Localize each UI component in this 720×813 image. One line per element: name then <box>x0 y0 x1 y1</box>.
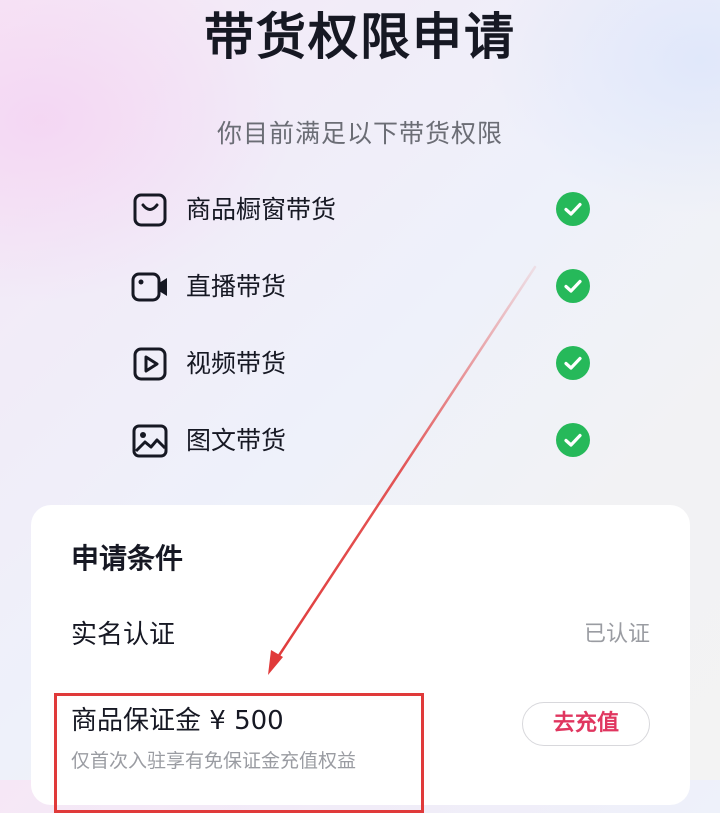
permission-label: 商品橱窗带货 <box>186 195 337 224</box>
recharge-button[interactable]: 去充值 <box>522 702 650 746</box>
deposit-label: 商品保证金 ¥ 500 <box>71 706 284 736</box>
play-icon <box>130 344 170 384</box>
permission-item-video: 视频带货 <box>0 326 720 403</box>
permission-item-live: 直播带货 <box>0 249 720 326</box>
bag-icon <box>130 190 170 230</box>
check-circle-icon <box>556 423 590 457</box>
deposit-note: 仅首次入驻享有免保证金充值权益 <box>71 750 357 772</box>
permission-label: 图文带货 <box>186 426 287 455</box>
image-icon <box>130 421 170 461</box>
check-circle-icon <box>556 346 590 380</box>
page-title: 带货权限申请 <box>204 8 516 66</box>
permission-list: 商品橱窗带货 直播带货 视频带货 图文带货 <box>0 172 720 480</box>
real-name-status: 已认证 <box>583 622 650 647</box>
permission-item-image-text: 图文带货 <box>0 403 720 480</box>
check-circle-icon <box>556 269 590 303</box>
conditions-title: 申请条件 <box>71 542 184 575</box>
camera-icon <box>130 267 170 307</box>
permission-label: 直播带货 <box>186 272 287 301</box>
permission-label: 视频带货 <box>186 349 287 378</box>
page-subtitle: 你目前满足以下带货权限 <box>216 119 503 148</box>
real-name-label: 实名认证 <box>71 620 176 650</box>
conditions-card: 申请条件 实名认证 已认证 商品保证金 ¥ 500 仅首次入驻享有免保证金充值权… <box>31 505 690 813</box>
permission-item-showcase: 商品橱窗带货 <box>0 172 720 249</box>
check-circle-icon <box>556 192 590 226</box>
